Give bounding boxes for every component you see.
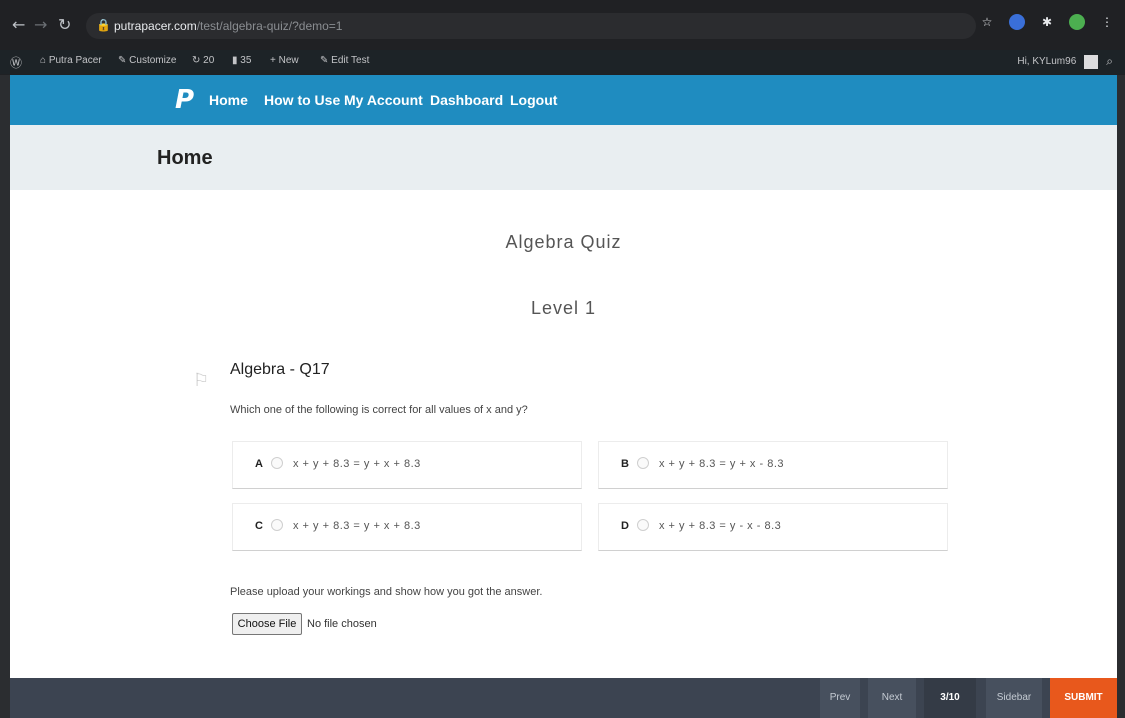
menu-dots-icon[interactable]: ⋮ (1099, 14, 1115, 30)
option-letter: B (621, 458, 629, 470)
question-title: Algebra - Q17 (230, 361, 330, 378)
nav-how-to-use[interactable]: How to Use (264, 92, 340, 108)
wp-account[interactable]: Hi, KYLum96 ⌕ (1017, 54, 1113, 69)
option-text: x + y + 8.3 = y - x - 8.3 (659, 520, 782, 532)
comments-link[interactable]: ▮ 35 (232, 55, 251, 66)
quiz-bottom-bar: Prev Next 3/10 Sidebar SUBMIT (10, 678, 1117, 718)
prev-button[interactable]: Prev (820, 678, 860, 718)
option-radio[interactable] (637, 519, 649, 531)
address-bar[interactable]: 🔒 putrapacer.com/test/algebra-quiz/?demo… (86, 13, 976, 39)
extension-icon[interactable] (1009, 14, 1025, 30)
site-logo[interactable]: P (175, 85, 194, 115)
browser-chrome: ← → ↻ 🔒 putrapacer.com/test/algebra-quiz… (0, 0, 1125, 75)
lock-icon: 🔒 (96, 18, 111, 32)
puzzle-icon[interactable]: ✱ (1039, 14, 1055, 30)
nav-logout[interactable]: Logout (510, 92, 557, 108)
choose-file-button[interactable]: Choose File (232, 613, 302, 635)
profile-avatar-icon[interactable] (1069, 14, 1085, 30)
wordpress-logo-icon[interactable]: Ⓦ (10, 54, 22, 71)
forward-icon[interactable]: → (34, 15, 47, 35)
option-radio[interactable] (637, 457, 649, 469)
option-radio[interactable] (271, 457, 283, 469)
nav-my-account[interactable]: My Account (344, 92, 423, 108)
quiz-level: Level 1 (530, 298, 597, 318)
option-b[interactable]: B x + y + 8.3 = y + x - 8.3 (598, 441, 948, 489)
option-text: x + y + 8.3 = y + x - 8.3 (659, 458, 785, 470)
back-icon[interactable]: ← (12, 15, 25, 35)
site-name-link[interactable]: ⌂ Putra Pacer (40, 55, 102, 66)
nav-home[interactable]: Home (209, 92, 248, 108)
next-button[interactable]: Next (868, 678, 916, 718)
upload-prompt: Please upload your workings and show how… (230, 586, 543, 598)
site-header: P Home How to Use My Account Dashboard L… (10, 75, 1117, 125)
file-status: No file chosen (307, 618, 377, 630)
option-a[interactable]: A x + y + 8.3 = y + x + 8.3 (232, 441, 582, 489)
extension-icons: ☆ ✱ ⋮ (979, 14, 1115, 30)
option-text: x + y + 8.3 = y + x + 8.3 (293, 458, 421, 470)
avatar (1084, 54, 1099, 69)
option-text: x + y + 8.3 = y + x + 8.3 (293, 520, 421, 532)
submit-button[interactable]: SUBMIT (1050, 678, 1117, 718)
search-icon[interactable]: ⌕ (1106, 54, 1113, 69)
option-c[interactable]: C x + y + 8.3 = y + x + 8.3 (232, 503, 582, 551)
bookmark-star-icon[interactable]: ☆ (979, 14, 995, 30)
address-row: ← → ↻ 🔒 putrapacer.com/test/algebra-quiz… (0, 0, 1125, 50)
option-radio[interactable] (271, 519, 283, 531)
window-edge-left (0, 75, 10, 718)
customize-link[interactable]: ✎ Customize (118, 55, 176, 66)
url-text: putrapacer.com/test/algebra-quiz/?demo=1 (114, 19, 343, 33)
question-flag-icon[interactable]: ⚐ (193, 370, 209, 391)
quiz-content: Algebra Quiz Level 1 ⚐ Algebra - Q17 Whi… (10, 190, 1117, 678)
new-link[interactable]: + New (270, 55, 299, 66)
title-band: Home (10, 125, 1117, 190)
question-text: Which one of the following is correct fo… (230, 404, 528, 416)
howdy-text: Hi, KYLum96 (1017, 56, 1077, 67)
wp-admin-bar: Ⓦ ⌂ Putra Pacer ✎ Customize ↻ 20 ▮ 35 + … (0, 50, 1125, 74)
quiz-title: Algebra Quiz (505, 232, 622, 252)
option-letter: D (621, 520, 629, 532)
option-letter: A (255, 458, 263, 470)
nav-dashboard[interactable]: Dashboard (430, 92, 503, 108)
option-letter: C (255, 520, 263, 532)
question-counter: 3/10 (924, 678, 976, 718)
edit-test-link[interactable]: ✎ Edit Test (320, 55, 369, 66)
page-title: Home (157, 147, 213, 169)
updates-link[interactable]: ↻ 20 (192, 55, 214, 66)
reload-icon[interactable]: ↻ (58, 15, 71, 35)
window-edge-right (1117, 75, 1125, 718)
sidebar-button[interactable]: Sidebar (986, 678, 1042, 718)
option-d[interactable]: D x + y + 8.3 = y - x - 8.3 (598, 503, 948, 551)
